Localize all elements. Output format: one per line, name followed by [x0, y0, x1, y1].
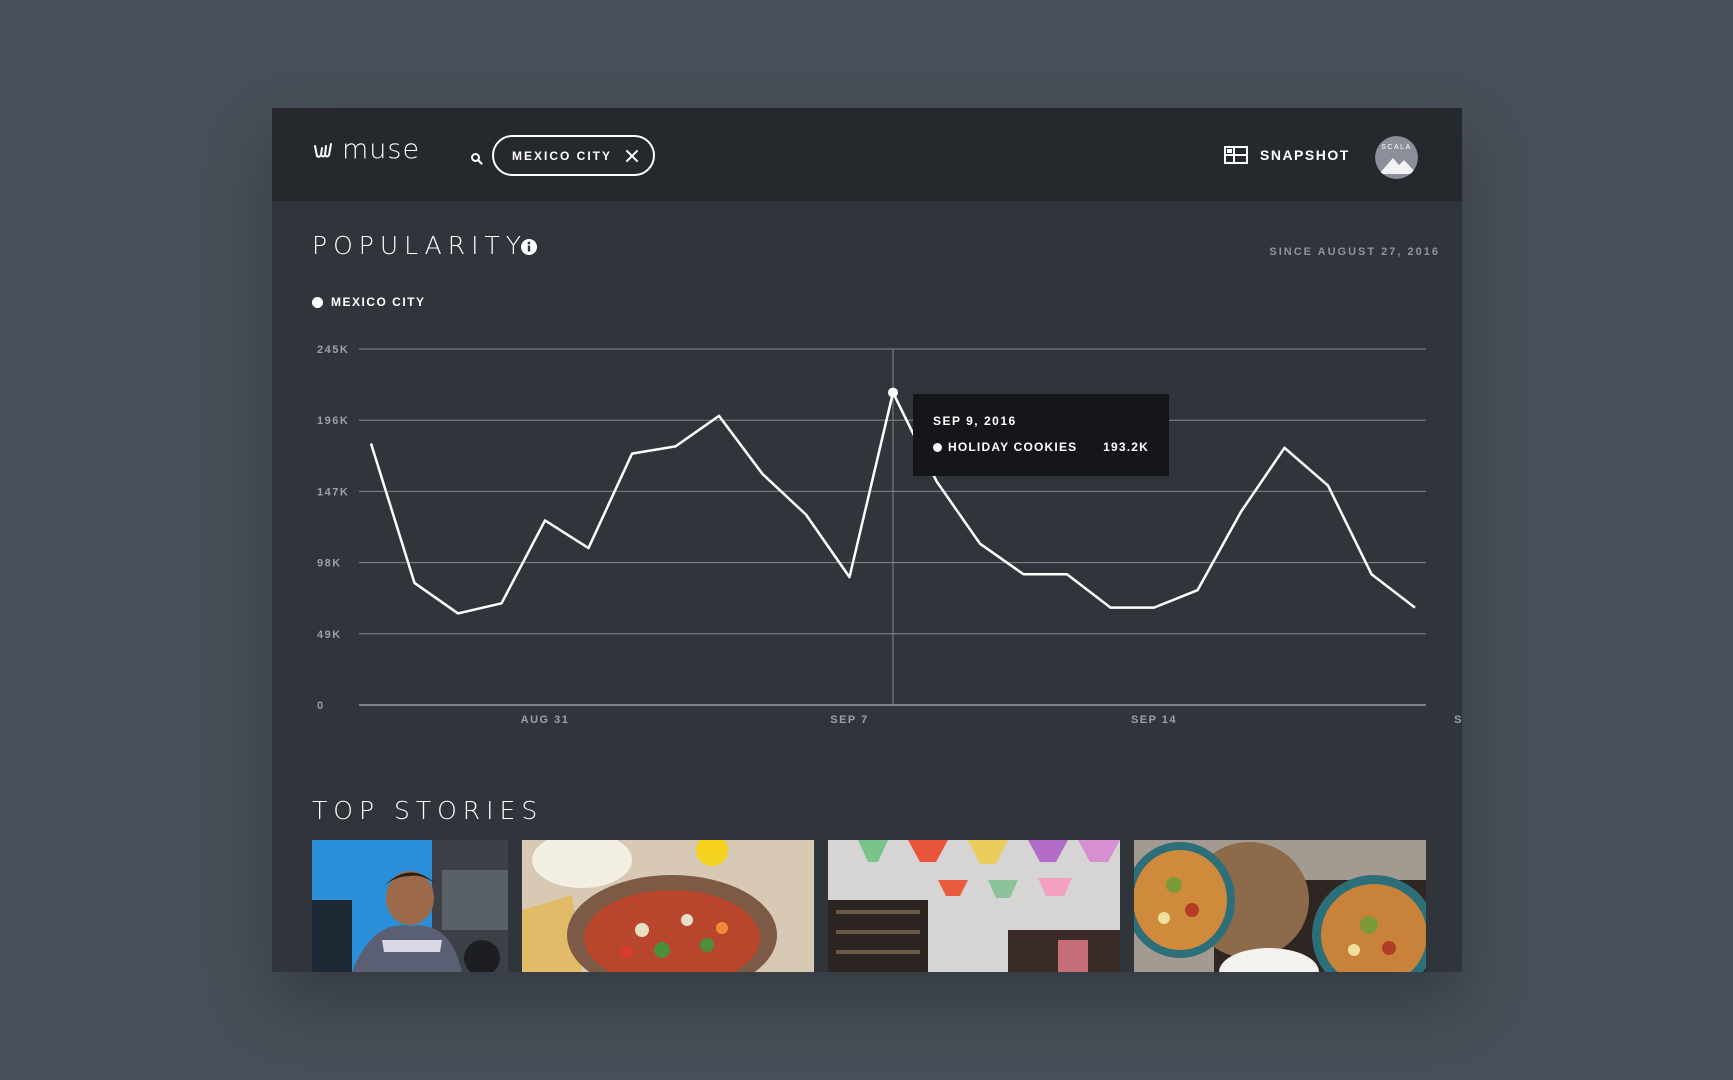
x-tick-label: SEP 7	[830, 714, 869, 726]
x-tick-label: AUG 31	[521, 714, 570, 726]
y-tick-label: 98K	[317, 558, 342, 570]
top-stories-list	[312, 840, 1426, 972]
story-card-stew[interactable]	[1134, 840, 1426, 972]
tooltip-series: HOLIDAY COOKIES	[948, 440, 1078, 454]
tooltip-row: HOLIDAY COOKIES 193.2K	[933, 440, 1149, 454]
x-tick-label: SEP 14	[1131, 714, 1177, 726]
tooltip-dot	[933, 442, 942, 452]
story-card-salsa[interactable]	[522, 840, 814, 972]
story-image	[828, 840, 1120, 972]
chart-tooltip: SEP 9, 2016 HOLIDAY COOKIES 193.2K	[913, 394, 1169, 476]
tooltip-value: 193.2K	[1103, 440, 1149, 454]
popularity-chart[interactable]: 0 49K 98K 147K 196K 245K AUG 31 SEP 7 SEP 14 S	[272, 108, 1462, 728]
y-tick-label: 196K	[317, 415, 349, 427]
tooltip-date: SEP 9, 2016	[933, 414, 1017, 428]
story-image	[312, 840, 508, 972]
story-card-street-vendor[interactable]	[312, 840, 508, 972]
y-tick-label: 245K	[317, 344, 349, 356]
story-image	[1134, 840, 1426, 972]
story-image	[522, 840, 814, 972]
x-tick-label: S	[1454, 714, 1462, 726]
y-tick-label: 147K	[317, 486, 349, 498]
highlight-point	[888, 387, 898, 398]
top-stories-title: TOP STORIES	[312, 796, 544, 825]
story-card-restaurant[interactable]	[828, 840, 1120, 972]
app-window: muse MEXICO CITY SNAPSHOT SCALA POPULARI…	[272, 108, 1462, 972]
y-tick-label: 49K	[317, 629, 342, 641]
y-tick-label: 0	[317, 700, 325, 712]
